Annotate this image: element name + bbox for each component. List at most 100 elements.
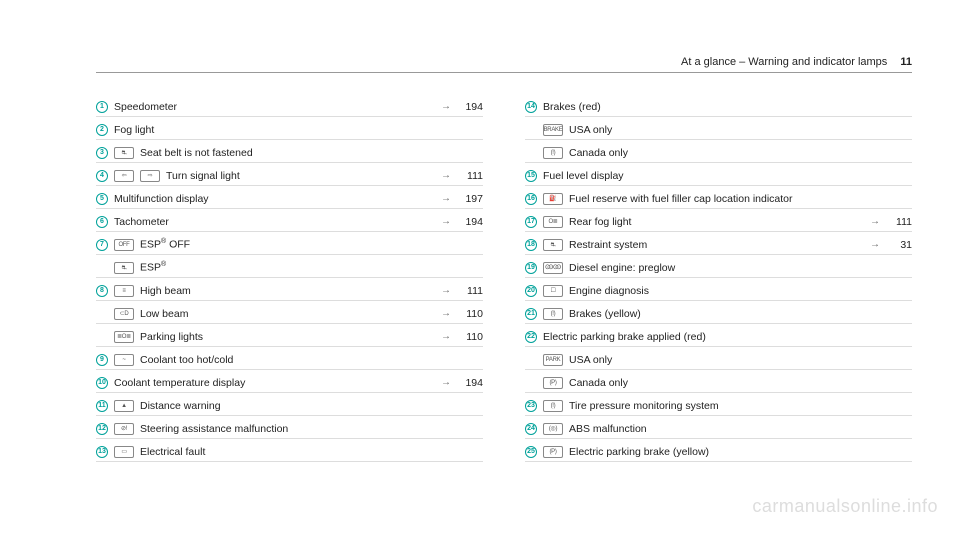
item-label: Electrical fault	[140, 446, 477, 458]
item-number: 12	[96, 423, 108, 435]
item-label: Canada only	[569, 377, 906, 389]
item-label: ESP®	[140, 261, 477, 274]
list-item: 4 ⇦ ⇨ Turn signal light →111	[96, 167, 483, 186]
arrow-icon: →	[441, 308, 451, 319]
item-number: 14	[525, 101, 537, 113]
page-ref-number: 197	[455, 193, 483, 205]
item-number: 4	[96, 170, 108, 182]
indicator-icon: ≣O≣	[114, 331, 134, 343]
arrow-icon: →	[441, 101, 451, 112]
indicator-icon: ⛽	[543, 193, 563, 205]
page-ref: →111	[441, 285, 483, 297]
indicator-icon: ⛐	[114, 262, 134, 274]
column-left: 1Speedometer→194 2 Fog light 3 ⛐ Seat belt is…	[96, 98, 483, 462]
item-label: Engine diagnosis	[569, 285, 906, 297]
item-label: Seat belt is not fastened	[140, 147, 477, 159]
item-label: Rear fog light	[569, 216, 864, 228]
list-item: 11▲Distance warning	[96, 397, 483, 416]
list-item: 17 O≣ Rear fog light →111	[525, 213, 912, 232]
list-item: 13 ▭ Electrical fault	[96, 443, 483, 462]
list-item: 14 Brakes (red)	[525, 98, 912, 117]
item-label: Fuel reserve with fuel filler cap locati…	[569, 193, 906, 205]
list-item: 22Electric parking brake applied (red)	[525, 328, 912, 347]
content-columns: 1Speedometer→194 2 Fog light 3 ⛐ Seat belt is…	[96, 98, 912, 462]
indicator-icon: (◎)	[543, 423, 563, 435]
item-label: High beam	[140, 285, 435, 297]
page-ref-number: 31	[884, 239, 912, 251]
page-ref: →111	[870, 216, 912, 228]
indicator-icon: BRAKE	[543, 124, 563, 136]
list-item: (!) Canada only	[525, 144, 912, 163]
item-label: Parking lights	[140, 331, 435, 343]
list-item: PARK USA only	[525, 351, 912, 370]
list-item: 12⊘!Steering assistance malfunction	[96, 420, 483, 439]
list-item: 1Speedometer→194	[96, 98, 483, 117]
item-label: Canada only	[569, 147, 906, 159]
page-ref: →111	[441, 170, 483, 182]
watermark: carmanualsonline.info	[752, 496, 938, 517]
item-label: Brakes (red)	[543, 101, 906, 113]
list-item: 8≡High beam→111	[96, 282, 483, 301]
list-item: 24(◎)ABS malfunction	[525, 420, 912, 439]
indicator-icon: ⇦	[114, 170, 134, 182]
page-ref: →194	[441, 377, 483, 389]
item-number: 24	[525, 423, 537, 435]
item-label: USA only	[569, 124, 906, 136]
item-label: Coolant too hot/cold	[140, 354, 477, 366]
list-item: 19 ꙬꙬ Diesel engine: preglow	[525, 259, 912, 278]
indicator-icon: ~	[114, 354, 134, 366]
item-label: ESP® OFF	[140, 238, 477, 251]
page-ref: →31	[870, 239, 912, 251]
indicator-icon: ꙬꙬ	[543, 262, 563, 274]
indicator-icon: ⇨	[140, 170, 160, 182]
indicator-icon: (P)	[543, 377, 563, 389]
item-label: Electric parking brake (yellow)	[569, 446, 906, 458]
list-item: 7 OFF ESP® OFF	[96, 236, 483, 255]
item-number: 7	[96, 239, 108, 251]
list-item: ⊂D Low beam → 110	[96, 305, 483, 324]
indicator-icon: ⛐	[543, 239, 563, 251]
list-item: 2 Fog light	[96, 121, 483, 140]
list-item: 21(!)Brakes (yellow)	[525, 305, 912, 324]
list-item: 20☐Engine diagnosis	[525, 282, 912, 301]
list-item: 6Tachometer→194	[96, 213, 483, 232]
indicator-icon: ▭	[114, 446, 134, 458]
column-right: 14 Brakes (red) BRAKE USA only (!) Canada onl…	[525, 98, 912, 462]
page-ref-number: 110	[455, 308, 483, 320]
list-item: 18⛐Restraint system→31	[525, 236, 912, 255]
header-rule	[96, 72, 912, 73]
page-ref: → 110	[441, 308, 483, 320]
indicator-icon: OFF	[114, 239, 134, 251]
item-number: 20	[525, 285, 537, 297]
list-item: 25(P)Electric parking brake (yellow)	[525, 443, 912, 462]
indicator-icon: (!)	[543, 147, 563, 159]
item-label: Fog light	[114, 124, 477, 136]
item-label: Low beam	[140, 308, 435, 320]
page-ref-number: 111	[884, 216, 912, 228]
item-number: 3	[96, 147, 108, 159]
item-label: Tachometer	[114, 216, 435, 228]
item-number: 8	[96, 285, 108, 297]
list-item: 23(!)Tire pressure monitoring system	[525, 397, 912, 416]
item-number: 19	[525, 262, 537, 274]
page-ref: →194	[441, 216, 483, 228]
item-number: 15	[525, 170, 537, 182]
item-number: 9	[96, 354, 108, 366]
page-number: 11	[900, 56, 912, 68]
arrow-icon: →	[441, 285, 451, 296]
item-number: 13	[96, 446, 108, 458]
indicator-icon: ⊘!	[114, 423, 134, 435]
item-label: USA only	[569, 354, 906, 366]
item-number: 2	[96, 124, 108, 136]
item-label: Turn signal light	[166, 170, 435, 182]
indicator-icon: PARK	[543, 354, 563, 366]
item-number: 17	[525, 216, 537, 228]
item-label: Multifunction display	[114, 193, 435, 205]
indicator-icon: ⛐	[114, 147, 134, 159]
item-label: Diesel engine: preglow	[569, 262, 906, 274]
indicator-icon: ⊂D	[114, 308, 134, 320]
arrow-icon: →	[441, 377, 451, 388]
page-ref: →110	[441, 331, 483, 343]
indicator-icon: O≣	[543, 216, 563, 228]
item-label: Tire pressure monitoring system	[569, 400, 906, 412]
